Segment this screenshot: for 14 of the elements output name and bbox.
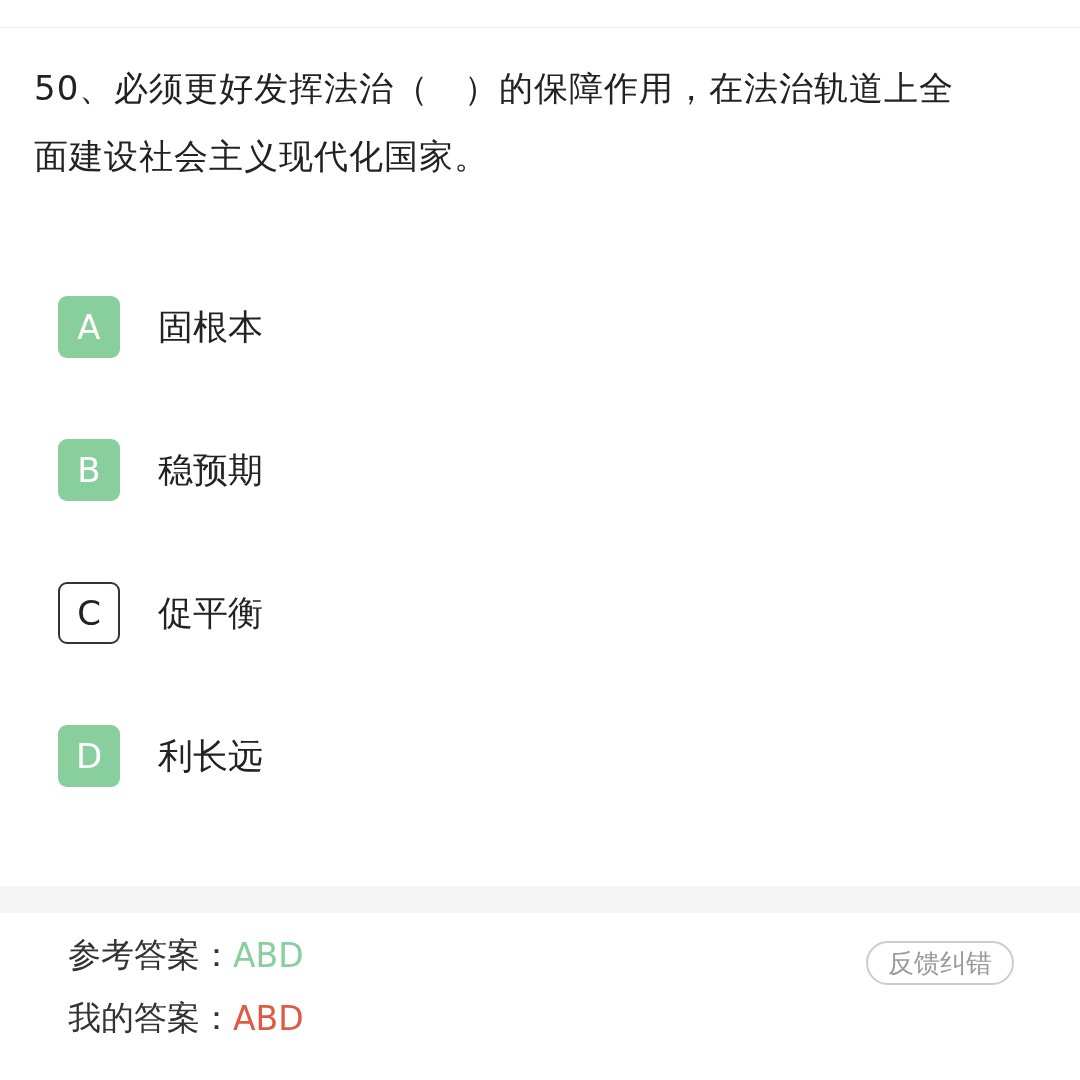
- answer-value: ABD: [233, 999, 304, 1038]
- option-letter[interactable]: B: [58, 439, 120, 501]
- option-text: 促平衡: [158, 591, 263, 635]
- option-text: 稳预期: [158, 448, 263, 492]
- question-text: 50、必须更好发挥法治（ ）的保障作用，在法治轨道上全面建设社会主义现代化国家。: [33, 67, 956, 178]
- answer-label: 参考答案：: [68, 934, 233, 976]
- answer-value: ABD: [233, 936, 304, 975]
- answer-label: 我的答案：: [68, 997, 233, 1039]
- option-letter[interactable]: C: [58, 582, 120, 644]
- option-text: 利长远: [158, 734, 263, 778]
- option-text: 固根本: [158, 305, 263, 349]
- option-letter[interactable]: D: [58, 725, 120, 787]
- option-letter[interactable]: A: [58, 296, 120, 358]
- feedback-button[interactable]: 反馈纠错: [866, 941, 1014, 985]
